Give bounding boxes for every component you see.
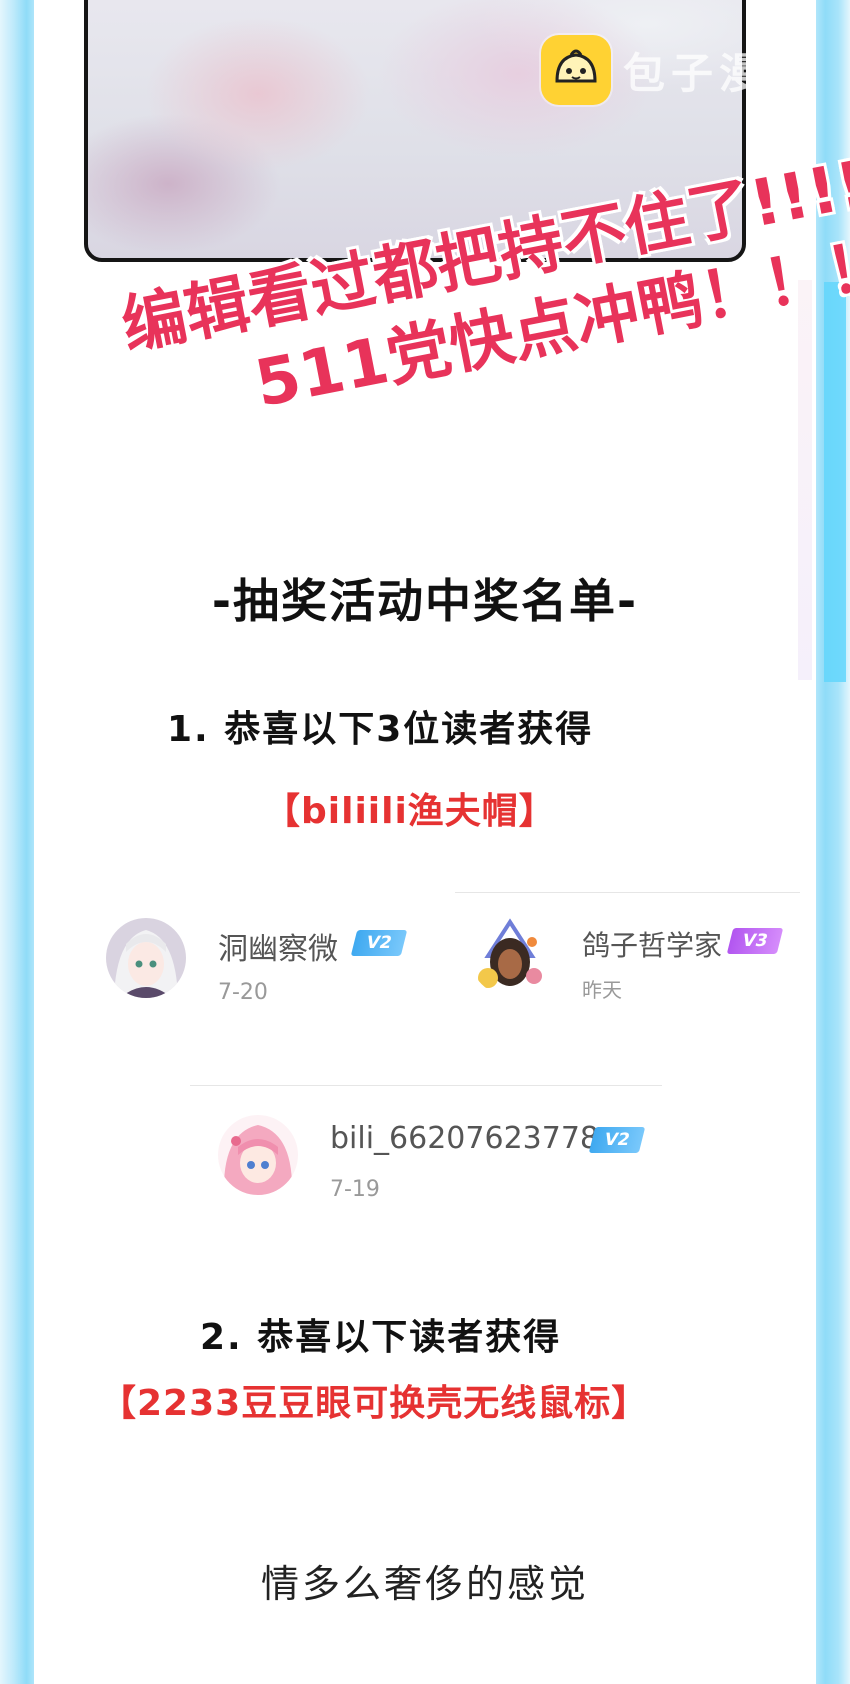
winner-card[interactable]: bili_66207623778 V2 7-19 [218,1115,648,1205]
divider [190,1085,662,1086]
left-frame-band [0,0,38,1684]
winner-date: 7-19 [330,1177,380,1202]
prize2-name: 【2233豆豆眼可换壳无线鼠标】 [100,1383,649,1424]
watermark: 包子漫畫 [541,35,815,105]
winners-section-title: -抽奖活动中奖名单- [211,574,639,628]
level-badge: V2 [350,930,408,956]
divider [455,892,800,893]
winner-card[interactable]: 洞幽察微 V2 7-20 [106,918,436,1008]
winner-name[interactable]: 鸽子哲学家 [582,924,722,964]
winner-date: 昨天 [582,978,622,1002]
avatar[interactable] [218,1115,298,1195]
steamed-bun-icon [541,35,611,105]
winner-name[interactable]: 洞幽察微 [218,924,338,968]
winner-name[interactable]: bili_66207623778 [330,1121,599,1156]
level-badge: V2 [588,1127,646,1153]
winner-card[interactable]: 鸽子哲学家 V3 昨天 [470,916,800,1006]
prize2-heading: 2. 恭喜以下读者获得 [200,1317,562,1358]
avatar[interactable] [470,916,550,996]
avatar[interactable] [106,918,186,998]
level-badge: V3 [726,928,784,954]
winner-date: 7-20 [218,980,268,1005]
comic-caption: 情多么奢侈的感觉 [260,1562,589,1606]
prize1-heading: 1. 恭喜以下3位读者获得 [167,709,594,750]
watermark-text: 包子漫畫 [623,48,816,98]
prize1-name: 【biliili渔夫帽】 [264,791,556,832]
